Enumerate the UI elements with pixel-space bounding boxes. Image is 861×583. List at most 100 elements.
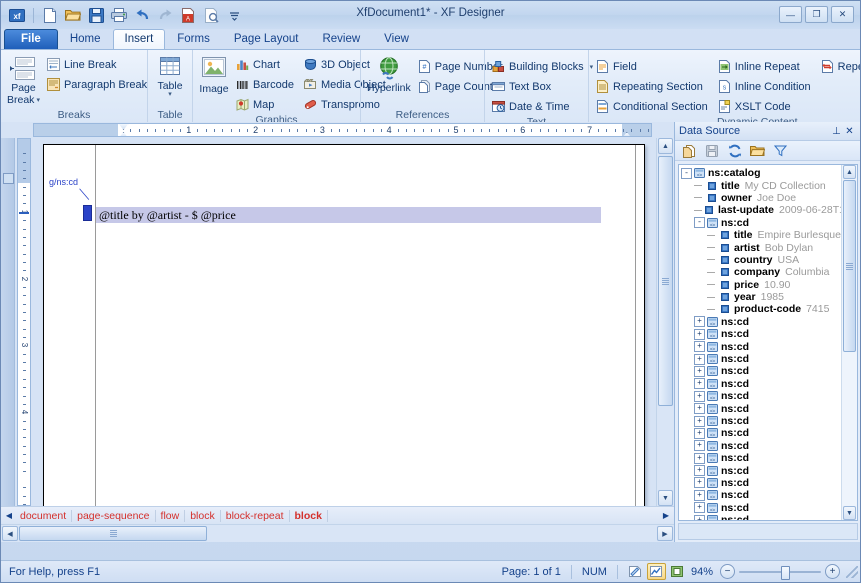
customize-qat-icon[interactable] xyxy=(223,4,245,26)
expand-icon[interactable]: + xyxy=(694,440,705,452)
building-blocks-button[interactable]: Building Blocks ▾ xyxy=(489,57,598,76)
image-button[interactable]: Image xyxy=(197,53,231,96)
scroll-right-button[interactable]: ▶ xyxy=(657,526,673,541)
print-icon[interactable] xyxy=(108,4,130,26)
map-button[interactable]: Map xyxy=(233,95,299,114)
tree-node[interactable]: + <> ns:cd xyxy=(681,502,841,514)
breadcrumb-item[interactable]: block-repeat xyxy=(221,509,290,522)
line-break-button[interactable]: Line Break xyxy=(44,55,152,74)
expand-icon[interactable]: + xyxy=(694,328,705,340)
tree-node[interactable]: country USA xyxy=(681,254,841,266)
tree-node[interactable]: - <> ns:cd xyxy=(681,217,841,229)
horizontal-scroll-thumb[interactable] xyxy=(19,526,207,541)
window-resize-grip[interactable] xyxy=(846,565,858,578)
table-caret-icon[interactable]: ▾ xyxy=(168,91,172,98)
tree-node[interactable]: + <> ns:cd xyxy=(681,353,841,365)
tree-scroll-down-button[interactable]: ▼ xyxy=(843,506,856,520)
tree-node[interactable]: + <> ns:cd xyxy=(681,427,841,439)
minimize-button[interactable]: — xyxy=(779,6,802,23)
expand-icon[interactable]: + xyxy=(694,489,705,501)
expand-icon[interactable]: + xyxy=(694,341,705,353)
tree-node[interactable]: + <> ns:cd xyxy=(681,328,841,340)
date-time-button[interactable]: Date & Time xyxy=(489,97,598,116)
breadcrumb-scroll-left[interactable]: ◀ xyxy=(3,511,15,520)
data-source-tree[interactable]: - <> ns:catalog title My CD Collection owner J… xyxy=(679,165,841,520)
repeating-section-button[interactable]: Repeating Section xyxy=(593,77,713,96)
design-view-button[interactable] xyxy=(626,563,645,580)
tree-horizontal-scrollbar[interactable] xyxy=(678,523,858,540)
expand-icon[interactable]: + xyxy=(694,378,705,390)
collapse-icon[interactable]: - xyxy=(694,217,705,229)
tree-node[interactable]: product-code 7415 xyxy=(681,303,841,315)
scroll-left-button[interactable]: ◀ xyxy=(2,526,18,541)
table-button[interactable]: Table ▾ xyxy=(152,53,188,99)
layout-view-button[interactable] xyxy=(646,563,666,580)
tree-node[interactable]: + <> ns:cd xyxy=(681,440,841,452)
hyperlink-button[interactable]: Hyperlink xyxy=(365,53,413,95)
save-icon[interactable] xyxy=(85,4,107,26)
panel-close-icon[interactable]: ✕ xyxy=(843,126,856,137)
tree-node[interactable]: last-update 2009-06-28T15: xyxy=(681,204,841,216)
tree-node[interactable]: + <> ns:cd xyxy=(681,378,841,390)
document-vertical-scrollbar[interactable]: ▲ ▼ xyxy=(656,138,674,506)
expand-icon[interactable]: + xyxy=(694,390,705,402)
conditional-section-button[interactable]: Conditional Section xyxy=(593,97,713,116)
xslt-code-button[interactable]: XSLT Code xyxy=(715,97,816,116)
barcode-button[interactable]: Barcode xyxy=(233,75,299,94)
expand-icon[interactable]: + xyxy=(694,502,705,514)
expand-icon[interactable]: + xyxy=(694,403,705,415)
inline-condition-button[interactable]: s Inline Condition xyxy=(715,77,816,96)
tree-node[interactable]: + <> ns:cd xyxy=(681,415,841,427)
zoom-out-button[interactable]: − xyxy=(720,564,735,579)
expand-icon[interactable]: + xyxy=(694,316,705,328)
print-preview-icon[interactable] xyxy=(200,4,222,26)
expand-icon[interactable]: + xyxy=(694,353,705,365)
tree-vertical-scrollbar[interactable]: ▲ ▼ xyxy=(841,165,857,520)
canvas[interactable]: g/ns:cd @title by @artist - $ @price xyxy=(33,138,656,506)
chart-button[interactable]: Chart xyxy=(233,55,299,74)
open-folder-icon[interactable] xyxy=(62,4,84,26)
tree-node[interactable]: price 10.90 xyxy=(681,279,841,291)
new-document-icon[interactable] xyxy=(39,4,61,26)
tree-node[interactable]: company Columbia xyxy=(681,266,841,278)
tree-node[interactable]: + <> ns:cd xyxy=(681,365,841,377)
expand-icon[interactable]: + xyxy=(694,514,705,520)
tree-node[interactable]: - <> ns:catalog xyxy=(681,167,841,179)
tree-node[interactable]: + <> ns:cd xyxy=(681,464,841,477)
tree-node[interactable]: + <> ns:cd xyxy=(681,390,841,402)
expand-icon[interactable]: + xyxy=(694,477,705,489)
vertical-ruler[interactable]: 1234 xyxy=(17,138,31,506)
preview-view-button[interactable] xyxy=(668,563,687,580)
refresh-icon[interactable] xyxy=(724,141,745,160)
paragraph-break-button[interactable]: Paragraph Break xyxy=(44,75,152,94)
block-selection-handle[interactable] xyxy=(83,205,92,221)
text-box-button[interactable]: Text Box xyxy=(489,77,598,96)
open-data-source-icon[interactable] xyxy=(747,141,768,160)
breadcrumb-item[interactable]: flow xyxy=(156,509,186,522)
horizontal-scroll-track[interactable] xyxy=(19,525,656,542)
breadcrumb-item[interactable]: block xyxy=(290,509,328,522)
right-indent-marker[interactable] xyxy=(621,132,633,136)
expand-icon[interactable]: + xyxy=(694,365,705,377)
expand-icon[interactable]: + xyxy=(694,465,705,477)
undo-icon[interactable] xyxy=(131,4,153,26)
document-horizontal-scrollbar[interactable]: ◀ ▶ xyxy=(1,524,674,542)
breadcrumb-scroll-right[interactable]: ▶ xyxy=(660,511,672,520)
tab-review[interactable]: Review xyxy=(310,29,372,49)
new-data-source-icon[interactable] xyxy=(678,141,699,160)
save-data-source-icon[interactable] xyxy=(701,141,722,160)
tree-node[interactable]: title Empire Burlesque xyxy=(681,229,841,241)
tab-insert[interactable]: Insert xyxy=(112,29,166,49)
repeating-page-button[interactable]: Repeating Page xyxy=(818,57,860,76)
tab-forms[interactable]: Forms xyxy=(165,29,222,49)
expand-icon[interactable]: + xyxy=(694,452,705,464)
close-button[interactable]: ✕ xyxy=(831,6,854,23)
tab-page-layout[interactable]: Page Layout xyxy=(222,29,311,49)
breadcrumb-item[interactable]: page-sequence xyxy=(72,509,156,522)
tab-view[interactable]: View xyxy=(372,29,421,49)
zoom-in-button[interactable]: + xyxy=(825,564,840,579)
field-button[interactable]: Field xyxy=(593,57,713,76)
selected-text-block[interactable]: @title by @artist - $ @price xyxy=(96,207,601,223)
tree-node[interactable]: year 1985 xyxy=(681,291,841,303)
tree-scroll-up-button[interactable]: ▲ xyxy=(843,165,856,179)
